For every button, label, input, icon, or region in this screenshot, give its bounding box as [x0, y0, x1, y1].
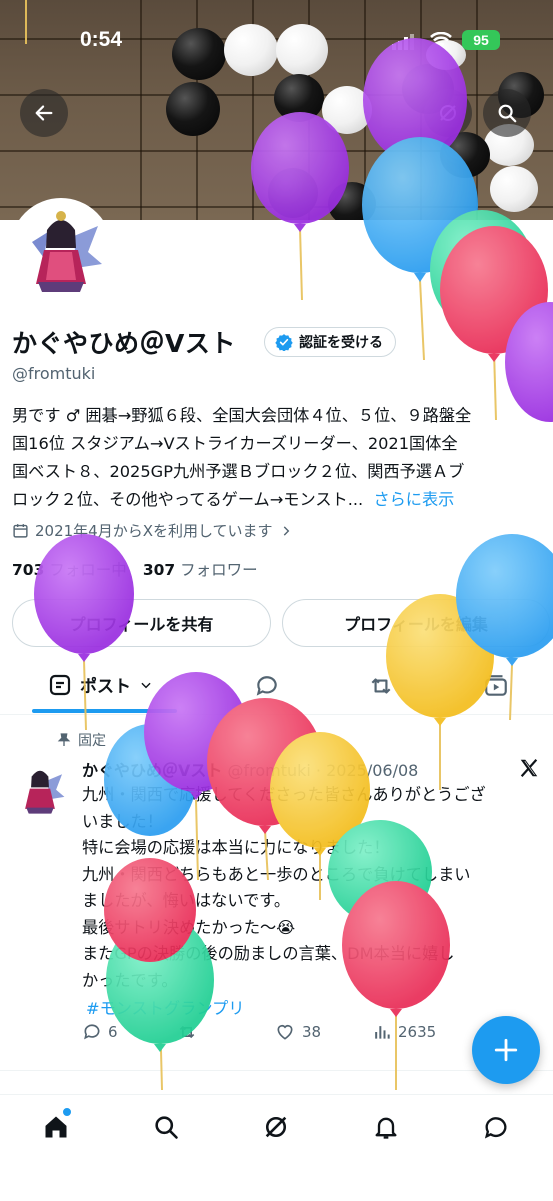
tweet-line: いました！: [82, 811, 163, 831]
like-icon: [277, 1024, 293, 1040]
nav-messages[interactable]: [476, 1110, 516, 1144]
active-tab-indicator: [32, 709, 177, 713]
tab-videos[interactable]: [482, 673, 510, 703]
followers-count: 307: [142, 561, 176, 579]
bio-line: 男です ♂ 囲碁→野狐６段、全国大会団体４位、５位、９路盤全: [12, 406, 472, 425]
compose-plus-icon: [494, 1038, 518, 1062]
following-label: フォロー中: [49, 561, 127, 579]
search-button[interactable]: [483, 89, 531, 137]
battery-indicator: 95: [462, 30, 500, 50]
bio: 男です ♂ 囲碁→野狐６段、全国大会団体４位、５位、９路盤全 国16位 スタジア…: [12, 402, 542, 514]
tweet-text: 九州・関西で応援してくださった皆さんありがとうござ いました！ 特に会場の応援は…: [82, 782, 537, 1023]
views-count: 2635: [398, 1023, 437, 1041]
following-count: 703: [12, 561, 45, 579]
video-tab-icon: [485, 675, 507, 696]
tab-reposts[interactable]: [367, 673, 395, 703]
edit-profile-button[interactable]: プロフィールを編集: [282, 599, 550, 647]
grok-icon: [440, 105, 456, 121]
posts-tab-icon: [49, 674, 71, 695]
tab-posts-label: ポスト: [80, 677, 131, 697]
grok-nav-icon: [265, 1116, 287, 1138]
tweet-line: かったです。: [82, 970, 178, 990]
tab-replies[interactable]: [254, 673, 280, 703]
verified-badge-icon: [275, 334, 293, 351]
reply-button[interactable]: 6: [82, 1022, 118, 1042]
explore-icon: [155, 1116, 178, 1139]
repost-button[interactable]: [176, 1022, 198, 1042]
x-logo-icon: [518, 757, 540, 783]
display-name: かぐやひめ＠Vスト: [12, 329, 236, 358]
tweet-avatar[interactable]: [12, 760, 68, 816]
divider: [0, 1070, 553, 1071]
show-more-link[interactable]: さらに表示: [373, 490, 454, 509]
signal-icon: [392, 34, 414, 50]
tweet-line: 九州・関西どちらもあと一歩のところで負けてしまい: [82, 864, 471, 884]
repost-icon: [179, 1025, 195, 1039]
tweet-line: 特に会場の応援は本当に力になりました！: [82, 838, 390, 857]
notifications-icon: [375, 1117, 397, 1139]
back-arrow-icon: [35, 105, 53, 121]
pinned-label: 固定: [78, 733, 106, 749]
profile-avatar[interactable]: [10, 198, 112, 300]
tweet-line: 九州・関西で応援してくださった皆さんありがとうござ: [82, 785, 486, 804]
chevron-right-icon: [283, 525, 289, 536]
get-verified-button[interactable]: 認証を受ける: [264, 327, 396, 357]
views-icon: [375, 1026, 390, 1039]
messages-icon: [484, 1117, 507, 1139]
follow-stats: 703 フォロー中 307 フォロワー: [12, 558, 258, 580]
search-icon: [498, 104, 517, 123]
bio-line: 国16位 スタジアム→Vストライカーズリーダー、2021国体全: [12, 434, 458, 453]
tweet-line: またGPの決勝の後の励ましの言葉、DM本当に嬉し: [82, 944, 455, 963]
tweet-line: 最後サトリ決めたかった〜😭: [82, 917, 296, 937]
wifi-icon: [430, 31, 452, 50]
reposts-tab-icon: [371, 678, 391, 694]
hashtag-link[interactable]: #モンストグランプリ: [82, 996, 537, 1023]
pinned-indicator: 固定: [56, 730, 106, 750]
pin-icon: [57, 733, 71, 746]
views-button[interactable]: 2635: [372, 1022, 436, 1042]
replies-tab-icon: [256, 676, 277, 696]
tweet-header: かぐやひめ＠Vスト @fromtuki · 2025/06/08: [82, 757, 418, 781]
chevron-down-icon: [141, 682, 151, 688]
nav-explore[interactable]: [146, 1110, 186, 1144]
reply-icon: [84, 1024, 100, 1040]
handle: @fromtuki: [12, 364, 96, 383]
tweet-handle-date: @fromtuki · 2025/06/08: [227, 761, 419, 780]
status-time: 0:54: [80, 28, 123, 51]
nav-grok[interactable]: [256, 1110, 296, 1144]
tweet-author[interactable]: かぐやひめ＠Vスト: [82, 761, 222, 780]
reply-count: 6: [108, 1023, 118, 1041]
nav-notifications[interactable]: [366, 1110, 406, 1144]
like-count: 38: [302, 1023, 322, 1041]
like-button[interactable]: 38: [274, 1022, 321, 1042]
bio-line: 国ベスト８、2025GP九州予選Ｂブロック２位、関西予選Ａブ: [12, 462, 465, 481]
compose-button[interactable]: [472, 1016, 540, 1084]
joined-date: 2021年4月からXを利用しています: [35, 522, 273, 540]
get-verified-label: 認証を受ける: [299, 335, 383, 351]
tab-posts[interactable]: ポスト: [48, 672, 153, 697]
back-button[interactable]: [20, 89, 68, 137]
following-link[interactable]: 703 フォロー中: [12, 558, 127, 580]
tweet-line: ましたが、悔いはないです。: [82, 891, 291, 910]
followers-label: フォロワー: [180, 561, 258, 579]
bio-line: ロック２位、その他やってるゲーム→モンスト...: [12, 490, 364, 509]
joined-date-row[interactable]: 2021年4月からXを利用しています: [12, 520, 293, 541]
grok-button[interactable]: [424, 89, 472, 137]
share-profile-button[interactable]: プロフィールを共有: [12, 599, 271, 647]
home-notification-dot: [61, 1106, 73, 1118]
followers-link[interactable]: 307 フォロワー: [143, 558, 258, 580]
calendar-icon: [13, 524, 28, 538]
